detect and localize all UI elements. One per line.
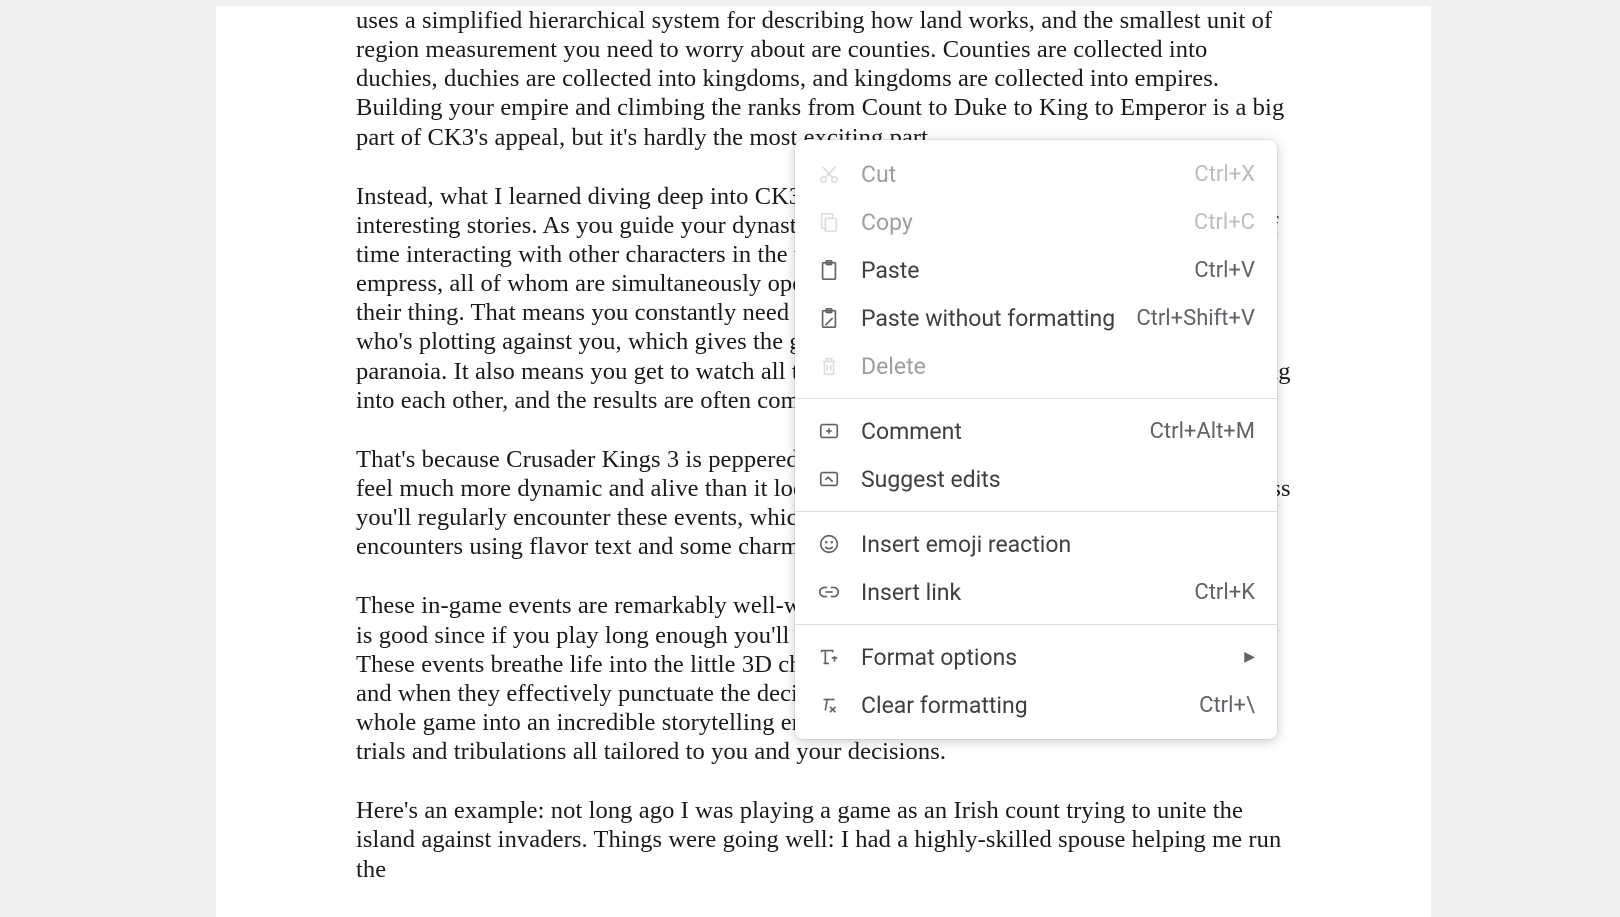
menu-divider [795, 398, 1277, 399]
menu-paste[interactable]: Paste Ctrl+V [795, 246, 1277, 294]
cut-icon [817, 162, 841, 186]
menu-label: Cut [861, 161, 1194, 188]
format-icon [817, 645, 841, 669]
menu-shortcut: Ctrl+Shift+V [1136, 306, 1255, 331]
menu-label: Suggest edits [861, 466, 1255, 493]
menu-copy[interactable]: Copy Ctrl+C [795, 198, 1277, 246]
menu-label: Insert link [861, 579, 1194, 606]
link-icon [817, 580, 841, 604]
menu-insert-emoji[interactable]: Insert emoji reaction [795, 520, 1277, 568]
menu-paste-without-formatting[interactable]: Paste without formatting Ctrl+Shift+V [795, 294, 1277, 342]
emoji-icon [817, 532, 841, 556]
context-menu: Cut Ctrl+X Copy Ctrl+C Paste Ctrl+V Past… [795, 140, 1277, 739]
menu-label: Paste [861, 257, 1194, 284]
menu-shortcut: Ctrl+C [1194, 210, 1255, 235]
menu-label: Copy [861, 209, 1194, 236]
menu-comment[interactable]: Comment Ctrl+Alt+M [795, 407, 1277, 455]
menu-divider [795, 511, 1277, 512]
menu-shortcut: Ctrl+V [1194, 258, 1255, 283]
paragraph[interactable]: Here's an example: not long ago I was pl… [356, 796, 1291, 883]
menu-shortcut: Ctrl+Alt+M [1150, 419, 1255, 444]
delete-icon [817, 354, 841, 378]
paste-icon [817, 258, 841, 282]
menu-label: Paste without formatting [861, 305, 1136, 332]
comment-icon [817, 419, 841, 443]
menu-insert-link[interactable]: Insert link Ctrl+K [795, 568, 1277, 616]
menu-shortcut: Ctrl+K [1194, 580, 1255, 605]
menu-divider [795, 624, 1277, 625]
menu-shortcut: Ctrl+\ [1199, 693, 1255, 718]
submenu-arrow-icon: ▶ [1244, 649, 1255, 665]
menu-label: Insert emoji reaction [861, 531, 1255, 558]
menu-shortcut: Ctrl+X [1194, 162, 1255, 187]
menu-label: Comment [861, 418, 1150, 445]
menu-cut[interactable]: Cut Ctrl+X [795, 150, 1277, 198]
suggest-icon [817, 467, 841, 491]
copy-icon [817, 210, 841, 234]
paragraph[interactable]: uses a simplified hierarchical system fo… [356, 6, 1291, 152]
paste-plain-icon [817, 306, 841, 330]
menu-label: Delete [861, 353, 1255, 380]
menu-format-options[interactable]: Format options ▶ [795, 633, 1277, 681]
menu-clear-formatting[interactable]: Clear formatting Ctrl+\ [795, 681, 1277, 729]
menu-label: Format options [861, 644, 1234, 671]
menu-delete[interactable]: Delete [795, 342, 1277, 390]
menu-label: Clear formatting [861, 692, 1199, 719]
menu-suggest-edits[interactable]: Suggest edits [795, 455, 1277, 503]
clear-format-icon [817, 693, 841, 717]
